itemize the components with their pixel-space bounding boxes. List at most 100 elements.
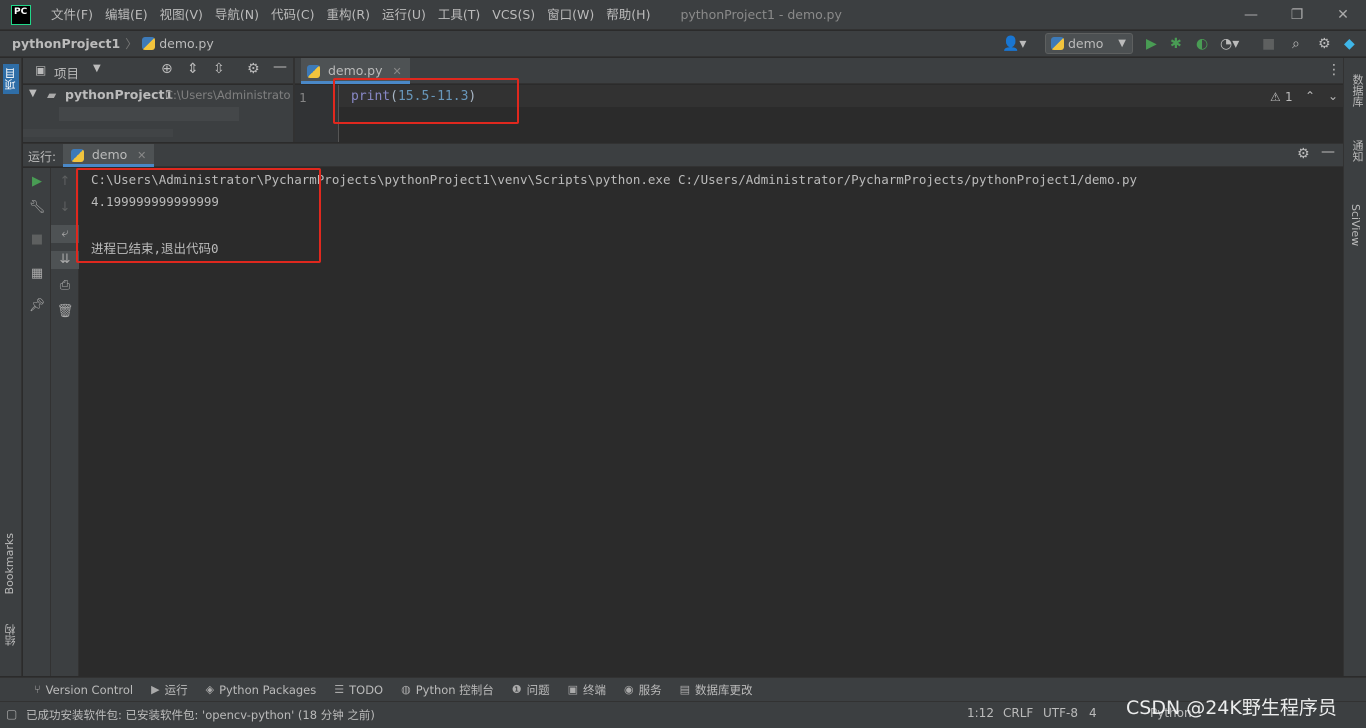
arrow-down-icon[interactable]: ↓ — [51, 199, 79, 217]
breadcrumb-file[interactable]: demo.py — [159, 36, 214, 51]
coverage-icon[interactable]: ◐ — [1196, 35, 1208, 53]
hide-icon[interactable]: — — [273, 59, 287, 75]
run-tab-demo[interactable]: demo ✕ — [63, 144, 155, 167]
run-console[interactable]: C:\Users\Administrator\PycharmProjects\p… — [76, 168, 1343, 676]
user-icon[interactable]: 👤▾ — [1002, 35, 1026, 53]
python-packages-tab[interactable]: ◈ Python Packages — [206, 683, 317, 697]
gear-icon[interactable]: ⚙ — [1297, 146, 1310, 162]
tab-label: 问题 — [526, 682, 550, 697]
structure-tool-tab[interactable]: 结构 — [3, 624, 19, 646]
notifications-tool-tab[interactable]: 通知 — [1349, 140, 1365, 162]
project-pane-header: ▣ 项目 ▼ ⊕ ⇕ ⇳ ⚙ — — [23, 58, 293, 84]
project-root-name[interactable]: pythonProject1 — [65, 87, 173, 102]
indent-setting[interactable]: 4 — [1089, 706, 1097, 720]
menu-bar: 文件(F) 编辑(E) 视图(V) 导航(N) 代码(C) 重构(R) 运行(U… — [45, 0, 656, 30]
file-encoding[interactable]: UTF-8 — [1043, 706, 1078, 720]
run-config-selector[interactable]: demo ▼ — [1045, 33, 1133, 54]
arrow-up-icon[interactable]: ↑ — [51, 173, 79, 191]
chevron-down-icon[interactable]: ▼ — [93, 63, 101, 74]
navigation-bar: pythonProject1 〉 demo.py 👤▾ demo ▼ ▶ ✱ ◐… — [0, 31, 1366, 57]
line-separator[interactable]: CRLF — [1003, 706, 1033, 720]
pin-icon[interactable]: 📌︎ — [23, 297, 51, 315]
stop-icon[interactable]: ■ — [23, 231, 51, 249]
project-tool-tab[interactable]: 项目 — [3, 64, 19, 94]
sciview-tool-tab[interactable]: SciView — [1349, 204, 1362, 246]
close-icon[interactable]: ✕ — [137, 149, 146, 162]
profile-icon[interactable]: ◔▾ — [1220, 35, 1239, 53]
chevron-down-icon[interactable]: ▼ — [29, 88, 37, 99]
bookmarks-tool-tab[interactable]: Bookmarks — [3, 533, 16, 594]
search-icon[interactable]: ⌕ — [1292, 35, 1300, 53]
close-icon[interactable]: ✕ — [393, 65, 402, 78]
close-window-button[interactable]: ✕ — [1320, 0, 1366, 30]
services-tab[interactable]: ◉ 服务 — [624, 682, 662, 698]
tab-label: 运行 — [164, 682, 188, 697]
breadcrumb-separator: 〉 — [125, 37, 138, 51]
menu-vcs[interactable]: VCS(S) — [486, 0, 541, 30]
tab-label: 服务 — [638, 682, 662, 697]
scroll-to-end-icon[interactable]: ⇊ — [51, 251, 79, 269]
run-icon[interactable]: ▶ — [1146, 35, 1157, 53]
run-tab[interactable]: ▶ 运行 — [151, 682, 187, 698]
status-message[interactable]: 已成功安装软件包: 已安装软件包: 'opencv-python' (18 分钟… — [26, 707, 375, 723]
more-options-icon[interactable]: ⋮ — [1327, 62, 1341, 78]
todo-tab[interactable]: ☰ TODO — [334, 683, 383, 697]
db-changes-tab[interactable]: ▤ 数据库更改 — [680, 682, 753, 698]
menu-view[interactable]: 视图(V) — [154, 0, 209, 30]
gear-icon[interactable]: ⚙ — [247, 61, 260, 77]
trash-icon[interactable]: 🗑︎ — [51, 303, 79, 321]
menu-refactor[interactable]: 重构(R) — [321, 0, 376, 30]
left-tool-stripe: 项目 Bookmarks 结构 — [0, 58, 22, 676]
chevron-up-icon[interactable]: ⌃ — [1305, 89, 1315, 103]
code-editor[interactable]: 1 print(15.5-11.3) ⚠ 1 ⌃ ⌄ — [295, 78, 1343, 142]
python-console-tab[interactable]: ◍ Python 控制台 — [401, 682, 494, 698]
terminal-icon: ▣ — [567, 683, 579, 696]
tab-label: 数据库更改 — [695, 682, 753, 697]
gear-icon[interactable]: ⚙ — [1318, 35, 1331, 53]
version-control-tab[interactable]: ⑂ Version Control — [34, 683, 133, 697]
soft-wrap-icon[interactable]: ⤶ — [51, 225, 79, 243]
menu-tools[interactable]: 工具(T) — [432, 0, 486, 30]
blurred-tree-item — [23, 129, 173, 137]
run-tab-label: demo — [91, 147, 128, 162]
warning-icon[interactable]: ⚠ — [1270, 90, 1281, 104]
expand-all-icon[interactable]: ⇕ — [187, 61, 199, 77]
collapse-all-icon[interactable]: ⇳ — [213, 61, 225, 77]
chevron-down-icon: ▼ — [1118, 38, 1126, 49]
python-file-icon — [71, 149, 84, 162]
jetbrains-toolbox-icon[interactable]: ◆ — [1344, 35, 1355, 53]
restore-button[interactable]: ❐ — [1274, 0, 1320, 30]
locate-icon[interactable]: ⊕ — [161, 61, 173, 77]
problems-tab[interactable]: ❶ 问题 — [512, 682, 550, 698]
rerun-icon[interactable]: ▶ — [23, 173, 51, 191]
tab-label: Python 控制台 — [415, 682, 494, 697]
menu-run[interactable]: 运行(U) — [376, 0, 432, 30]
run-toolbar-secondary: ↑ ↓ ⤶ ⇊ ⎙ 🗑︎ — [51, 168, 79, 676]
caret-position[interactable]: 1:12 — [967, 706, 994, 720]
menu-code[interactable]: 代码(C) — [265, 0, 320, 30]
layout-icon[interactable]: ▢ — [6, 707, 17, 721]
print-icon[interactable]: ⎙ — [51, 277, 79, 295]
database-tool-tab[interactable]: 数据库 — [1349, 74, 1365, 107]
menu-file[interactable]: 文件(F) — [45, 0, 99, 30]
layout-icon[interactable]: ▦ — [23, 265, 51, 283]
chevron-down-icon[interactable]: ⌄ — [1328, 89, 1338, 103]
python-console-icon: ◍ — [401, 683, 411, 696]
inspection-count[interactable]: 1 — [1285, 90, 1293, 104]
breadcrumb-project[interactable]: pythonProject1 — [12, 36, 120, 51]
debug-icon[interactable]: ✱ — [1170, 35, 1182, 53]
minimize-button[interactable]: — — [1228, 0, 1274, 30]
python-file-icon — [1051, 37, 1064, 50]
stop-icon[interactable]: ■ — [1262, 35, 1275, 53]
menu-navigate[interactable]: 导航(N) — [209, 0, 265, 30]
menu-help[interactable]: 帮助(H) — [600, 0, 656, 30]
todo-icon: ☰ — [334, 683, 345, 696]
wrench-icon[interactable]: 🔧︎ — [23, 199, 51, 217]
project-pane-title[interactable]: 项目 — [54, 63, 79, 82]
menu-window[interactable]: 窗口(W) — [541, 0, 600, 30]
terminal-tab[interactable]: ▣ 终端 — [568, 682, 606, 698]
hide-icon[interactable]: — — [1321, 144, 1335, 160]
menu-edit[interactable]: 编辑(E) — [99, 0, 154, 30]
folder-icon: ▣ — [35, 63, 47, 77]
branch-icon: ⑂ — [34, 683, 41, 696]
